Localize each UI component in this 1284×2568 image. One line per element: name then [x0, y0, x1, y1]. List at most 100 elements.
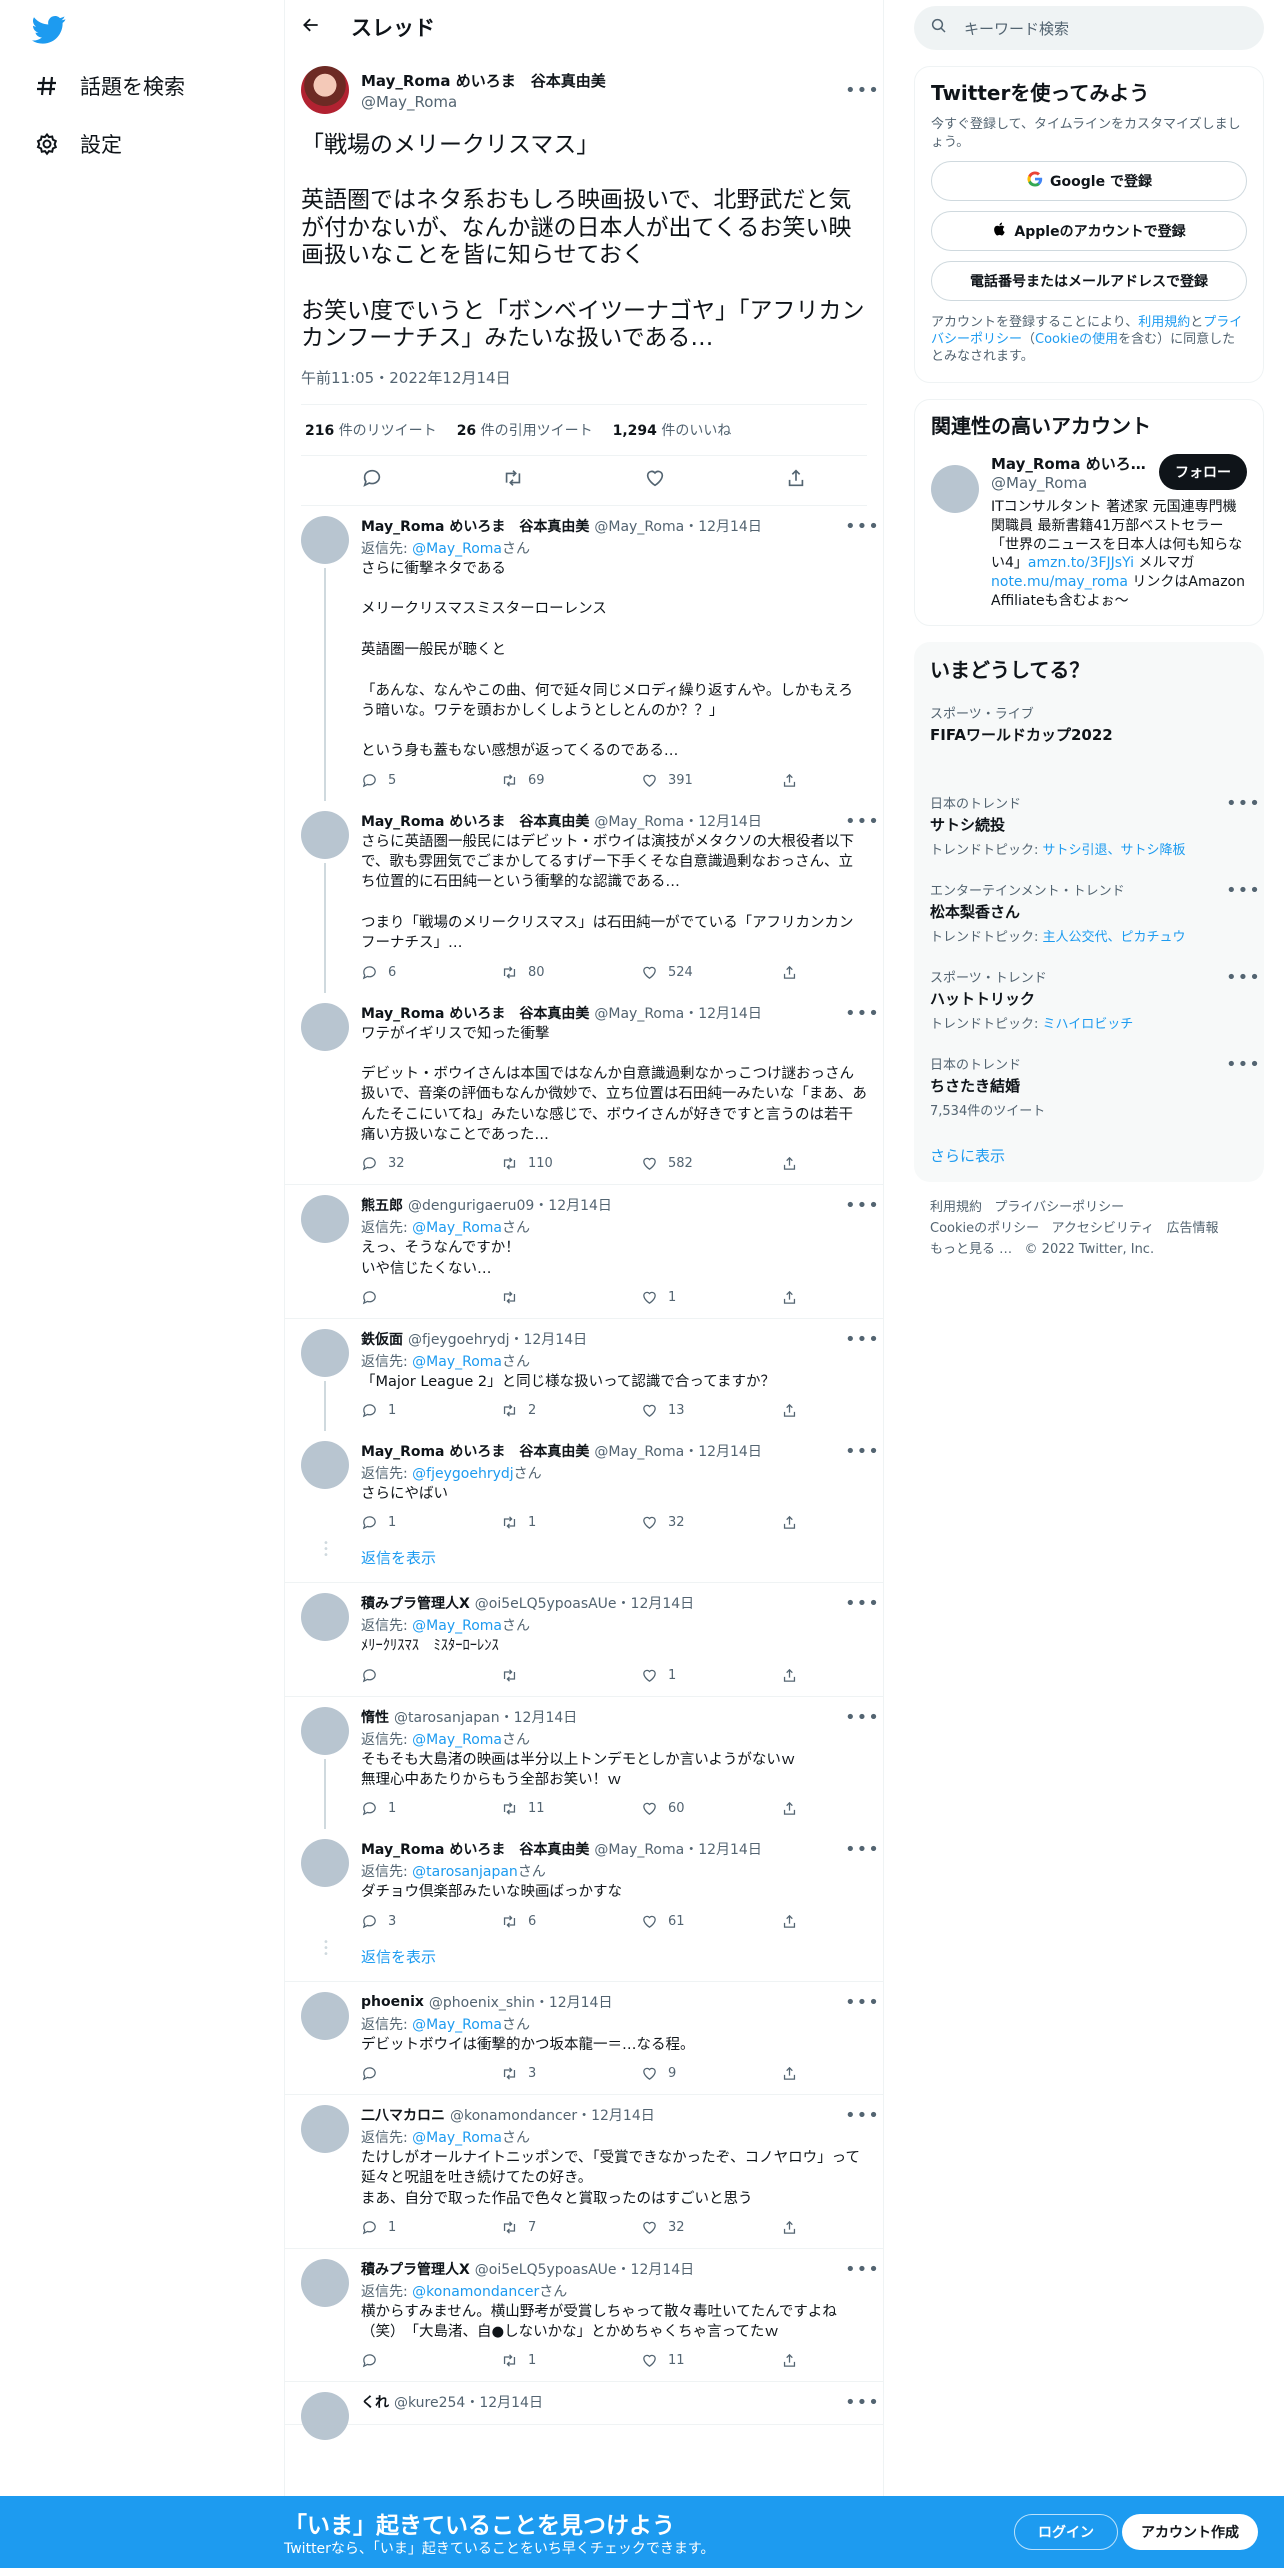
like-count[interactable]: 1,294 件のいいね — [613, 420, 732, 440]
share-button[interactable] — [781, 1155, 801, 1172]
retweet-button[interactable] — [501, 1289, 561, 1306]
author-name[interactable]: May_Roma めいろま 谷本真由美 — [361, 1839, 589, 1859]
avatar[interactable] — [301, 1991, 349, 2040]
handle-and-date[interactable]: @May_Roma・12月14日 — [594, 516, 867, 536]
reply-button[interactable] — [361, 2065, 421, 2082]
handle-and-date[interactable]: @oi5eLQ5ypoasAUe・12月14日 — [475, 1593, 867, 1613]
show-replies-link[interactable]: • • • 返信を表示 — [285, 1937, 883, 1982]
share-button[interactable] — [781, 2352, 801, 2369]
reply-to-link[interactable]: @konamondancer — [412, 2284, 539, 2300]
search-input[interactable]: キーワード検索 — [964, 18, 1069, 39]
author-name[interactable]: 熊五郎 — [361, 1195, 403, 1215]
more-options-icon[interactable]: ••• — [1226, 793, 1260, 814]
show-more-trends-link[interactable]: さらに表示 — [914, 1131, 1264, 1182]
trend-item[interactable]: 日本のトレンド ちさたき結婚 ••• 7,534件のツイート — [914, 1044, 1264, 1131]
handle-and-date[interactable]: @konamondancer・12月14日 — [450, 2105, 867, 2125]
reply-button[interactable]: 1 — [361, 2219, 421, 2236]
more-options-icon[interactable]: ••• — [845, 811, 879, 832]
more-options-icon[interactable]: ••• — [1226, 880, 1260, 901]
author-name[interactable]: 鉄仮面 — [361, 1329, 403, 1349]
share-button[interactable] — [781, 1402, 801, 1419]
twitter-logo-icon[interactable] — [32, 12, 66, 46]
footer-terms-link[interactable]: 利用規約 — [930, 1200, 982, 1215]
share-button[interactable] — [781, 1913, 801, 1930]
handle-and-date[interactable]: @fjeygoehrydj・12月14日 — [408, 1329, 867, 1349]
author-name[interactable]: 積みプラ管理人X — [361, 2259, 470, 2279]
retweet-button[interactable]: 7 — [501, 2219, 561, 2236]
author-name[interactable]: May_Roma めいろま 谷本真由美 — [361, 70, 833, 91]
google-signup-button[interactable]: Google で登録 — [931, 161, 1247, 202]
author-name[interactable]: 積みプラ管理人X — [361, 1593, 470, 1613]
avatar[interactable] — [301, 810, 349, 859]
handle-and-date[interactable]: @tarosanjapan・12月14日 — [394, 1707, 867, 1727]
retweet-button[interactable]: 3 — [501, 2065, 561, 2082]
reply-tweet[interactable]: May_Roma めいろま 谷本真由美 @May_Roma・12月14日 ••• 返信… — [285, 1829, 883, 1941]
phone-signup-button[interactable]: 電話番号またはメールアドレスで登録 — [931, 261, 1247, 302]
reply-tweet[interactable]: May_Roma めいろま 谷本真由美 @May_Roma・12月14日 ••• 返信… — [285, 506, 883, 801]
reply-to-link[interactable]: @May_Roma — [412, 541, 502, 557]
reply-tweet[interactable]: 惰性 @tarosanjapan・12月14日 ••• 返信先: @May_Romaさ… — [285, 1697, 883, 1830]
reply-to-link[interactable]: @May_Roma — [412, 1354, 502, 1370]
reply-tweet[interactable]: 二八マカロニ @konamondancer・12月14日 ••• 返信先: @May_… — [285, 2095, 883, 2249]
avatar[interactable] — [301, 1839, 349, 1888]
footer-privacy-link[interactable]: プライバシーポリシー — [994, 1200, 1124, 1215]
bio-link-note[interactable]: note.mu/may_roma — [991, 574, 1128, 590]
like-button[interactable]: 60 — [641, 1800, 701, 1817]
follow-button[interactable]: フォロー — [1159, 454, 1247, 491]
tweet-timestamp[interactable]: 午前11:05・2022年12月14日 — [301, 367, 867, 405]
reply-tweet[interactable]: 積みプラ管理人X @oi5eLQ5ypoasAUe・12月14日 ••• 返信先: @… — [285, 1583, 883, 1697]
share-button[interactable] — [781, 2219, 801, 2236]
apple-signup-button[interactable]: Appleのアカウントで登録 — [931, 211, 1247, 252]
reply-button[interactable] — [361, 2352, 421, 2369]
account-item[interactable]: May_Roma めいろま… @May_Roma フォロー ITコンサルタント … — [915, 449, 1263, 625]
reply-tweet[interactable]: phoenix @phoenix_shin・12月14日 ••• 返信先: @May_… — [285, 1982, 883, 2095]
retweet-icon[interactable] — [502, 467, 524, 493]
handle-and-date[interactable]: @phoenix_shin・12月14日 — [429, 1992, 867, 2012]
more-options-icon[interactable]: ••• — [845, 1839, 879, 1860]
reply-button[interactable]: 5 — [361, 772, 421, 789]
reply-tweet[interactable]: May_Roma めいろま 谷本真由美 @May_Roma・12月14日 ••• さら… — [285, 801, 883, 993]
reply-button[interactable]: 1 — [361, 1514, 421, 1531]
more-options-icon[interactable]: ••• — [845, 80, 879, 101]
terms-link[interactable]: 利用規約 — [1138, 315, 1190, 330]
quote-count[interactable]: 26 件の引用ツイート — [457, 420, 593, 440]
handle-and-date[interactable]: @oi5eLQ5ypoasAUe・12月14日 — [475, 2259, 867, 2279]
reply-button[interactable]: 1 — [361, 1402, 421, 1419]
author-name[interactable]: May_Roma めいろま 谷本真由美 — [361, 1003, 589, 1023]
author-name[interactable]: 二八マカロニ — [361, 2105, 445, 2125]
avatar[interactable] — [301, 2104, 349, 2153]
author-handle[interactable]: @May_Roma — [361, 93, 833, 111]
more-options-icon[interactable]: ••• — [845, 1992, 879, 2013]
like-button[interactable]: 13 — [641, 1402, 701, 1419]
handle-and-date[interactable]: @May_Roma・12月14日 — [594, 1003, 867, 1023]
reply-button[interactable]: 1 — [361, 1800, 421, 1817]
avatar[interactable] — [301, 1195, 349, 1244]
avatar[interactable] — [301, 2392, 349, 2441]
handle-and-date[interactable]: @dengurigaeru09・12月14日 — [408, 1195, 867, 1215]
avatar[interactable] — [301, 1593, 349, 1642]
reply-to-link[interactable]: @May_Roma — [412, 1220, 502, 1236]
retweet-button[interactable]: 1 — [501, 2352, 561, 2369]
bio-link-amazon[interactable]: amzn.to/3FJJsYi — [1028, 555, 1134, 571]
account-name[interactable]: May_Roma めいろま… — [991, 453, 1153, 474]
reply-to-link[interactable]: @May_Roma — [412, 2130, 502, 2146]
more-options-icon[interactable]: ••• — [845, 1195, 879, 1216]
more-options-icon[interactable]: ••• — [845, 1593, 879, 1614]
nav-settings[interactable]: 設定 — [34, 124, 122, 164]
retweet-button[interactable]: 80 — [501, 964, 561, 981]
nav-explore[interactable]: 話題を検索 — [34, 66, 185, 106]
more-options-icon[interactable]: ••• — [845, 1329, 879, 1350]
like-button[interactable]: 32 — [641, 1514, 701, 1531]
reply-button[interactable] — [361, 1289, 421, 1306]
reply-tweet[interactable]: 積みプラ管理人X @oi5eLQ5ypoasAUe・12月14日 ••• 返信先: @… — [285, 2249, 883, 2383]
retweet-button[interactable] — [501, 1667, 561, 1684]
handle-and-date[interactable]: @May_Roma・12月14日 — [594, 811, 867, 831]
like-button[interactable]: 11 — [641, 2352, 701, 2369]
retweet-button[interactable]: 69 — [501, 772, 561, 789]
avatar[interactable] — [301, 66, 349, 114]
more-options-icon[interactable]: ••• — [845, 516, 879, 537]
more-options-icon[interactable]: ••• — [1226, 1054, 1260, 1075]
footer-more-link[interactable]: もっと見る … — [930, 1242, 1012, 1257]
reply-tweet[interactable]: May_Roma めいろま 谷本真由美 @May_Roma・12月14日 ••• 返信… — [285, 1431, 883, 1543]
avatar[interactable] — [301, 2258, 349, 2307]
